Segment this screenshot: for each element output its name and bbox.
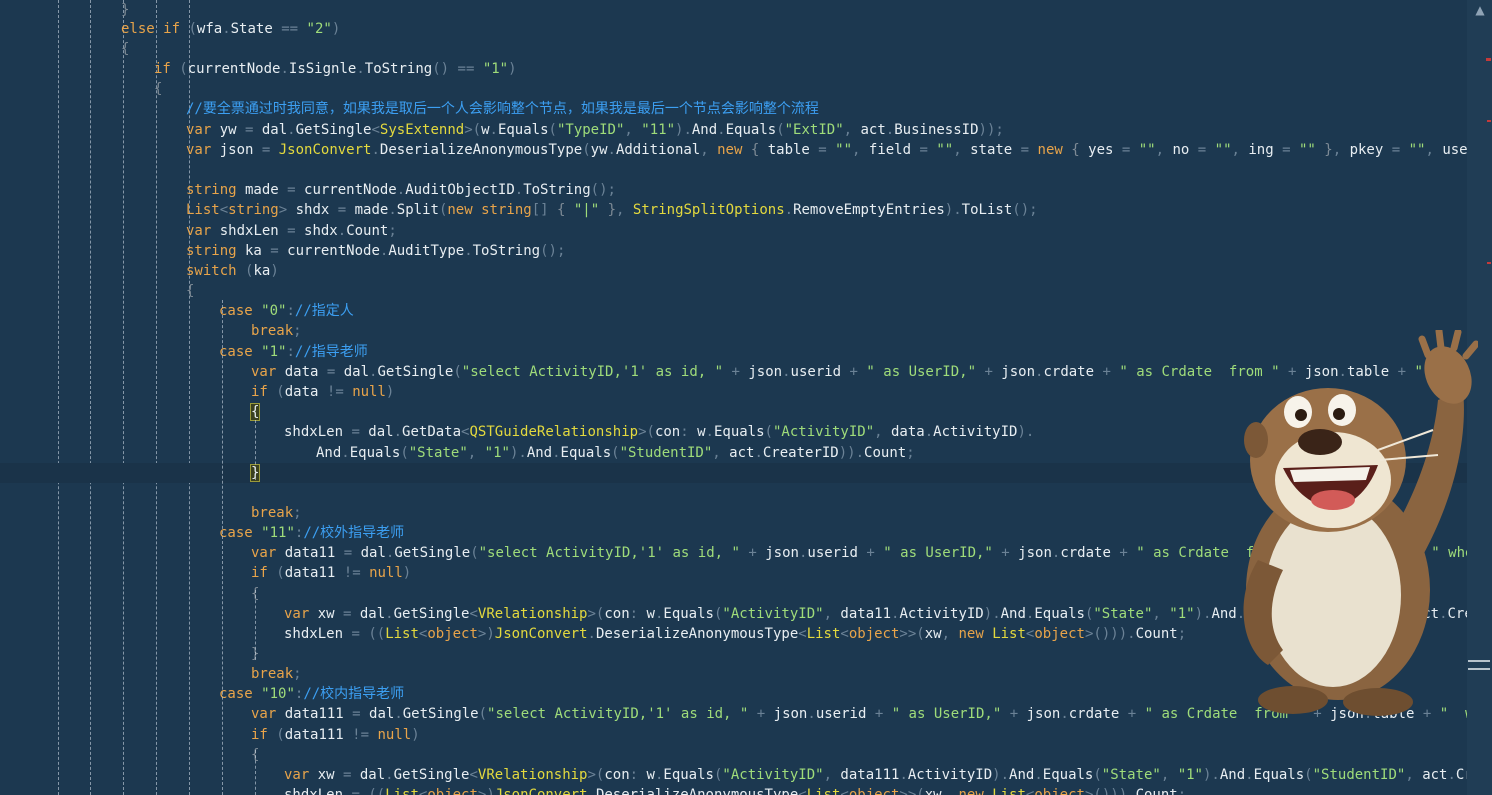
code-line[interactable]: { (0, 281, 1467, 301)
code-line[interactable]: var yw = dal.GetSingle<SysExtennd>(w.Equ… (0, 120, 1467, 140)
indent-guide (255, 420, 256, 480)
code-text: //要全票通过时我同意，如果我是取后一个人会影响整个节点，如果我是最后一个节点会… (186, 101, 819, 117)
code-text: if (data != null) (251, 384, 395, 400)
code-text: } (121, 2, 130, 18)
code-text: case "1"://指导老师 (219, 344, 368, 360)
code-text: var xw = dal.GetSingle<VRelationship>(co… (284, 767, 1467, 783)
waving-otter-mascot (1243, 330, 1478, 716)
error-marker (1487, 120, 1491, 122)
code-text: if (currentNode.IsSignle.ToString() == "… (154, 61, 517, 77)
code-line[interactable]: else if (wfa.State == "2") (0, 19, 1467, 39)
code-line[interactable]: { (0, 745, 1467, 765)
code-text: break; (251, 666, 302, 682)
error-marker (1487, 262, 1491, 264)
code-line[interactable] (0, 160, 1467, 180)
code-line[interactable]: var xw = dal.GetSingle<VRelationship>(co… (0, 765, 1467, 785)
indent-guide (222, 300, 223, 795)
code-line[interactable]: switch (ka) (0, 261, 1467, 281)
code-text: { (154, 81, 163, 97)
code-line[interactable]: var shdxLen = shdx.Count; (0, 221, 1467, 241)
code-line[interactable]: { (0, 79, 1467, 99)
code-text: string ka = currentNode.AuditType.ToStri… (186, 243, 566, 259)
code-line[interactable]: //要全票通过时我同意，如果我是取后一个人会影响整个节点，如果我是最后一个节点会… (0, 99, 1467, 119)
code-line[interactable]: } (0, 0, 1467, 20)
code-text: And.Equals("State", "1").And.Equals("Stu… (316, 445, 915, 461)
code-text: break; (251, 323, 302, 339)
code-text: case "10"://校内指导老师 (219, 686, 405, 702)
code-text: if (data11 != null) (251, 565, 412, 581)
code-text: shdxLen = ((List<object>)JsonConvert.Des… (284, 787, 1187, 795)
indent-guide (255, 590, 256, 660)
code-text: { (186, 283, 195, 299)
code-text: switch (ka) (186, 263, 279, 279)
code-text: shdxLen = ((List<object>)JsonConvert.Des… (284, 626, 1187, 642)
code-line[interactable]: List<string> shdx = made.Split(new strin… (0, 200, 1467, 220)
code-line[interactable]: { (0, 39, 1467, 59)
scroll-up-arrow-icon[interactable]: ▲ (1471, 2, 1489, 18)
code-text: { (249, 403, 261, 421)
code-text: var yw = dal.GetSingle<SysExtennd>(w.Equ… (186, 122, 1004, 138)
code-text: if (data111 != null) (251, 727, 420, 743)
code-text: shdxLen = dal.GetData<QSTGuideRelationsh… (284, 424, 1035, 440)
code-line[interactable]: var json = JsonConvert.DeserializeAnonym… (0, 140, 1467, 160)
code-line[interactable]: case "0"://指定人 (0, 301, 1467, 321)
indent-guide (255, 750, 256, 795)
code-line[interactable]: if (data111 != null) (0, 725, 1467, 745)
code-line[interactable]: shdxLen = ((List<object>)JsonConvert.Des… (0, 785, 1467, 795)
code-text: List<string> shdx = made.Split(new strin… (186, 202, 1038, 218)
code-text: string made = currentNode.AuditObjectID.… (186, 182, 616, 198)
code-text: { (121, 41, 130, 57)
code-text: break; (251, 505, 302, 521)
code-text: var shdxLen = shdx.Count; (186, 223, 397, 239)
code-text: var json = JsonConvert.DeserializeAnonym… (186, 142, 1467, 158)
code-text: case "11"://校外指导老师 (219, 525, 405, 541)
code-text: else if (wfa.State == "2") (121, 21, 341, 37)
error-marker (1486, 58, 1491, 61)
code-text: case "0"://指定人 (219, 303, 354, 319)
code-line[interactable]: string made = currentNode.AuditObjectID.… (0, 180, 1467, 200)
code-line[interactable]: string ka = currentNode.AuditType.ToStri… (0, 241, 1467, 261)
code-editor[interactable]: } else if (wfa.State == "2") { if (currentN… (0, 0, 1492, 795)
code-line[interactable]: if (currentNode.IsSignle.ToString() == "… (0, 59, 1467, 79)
